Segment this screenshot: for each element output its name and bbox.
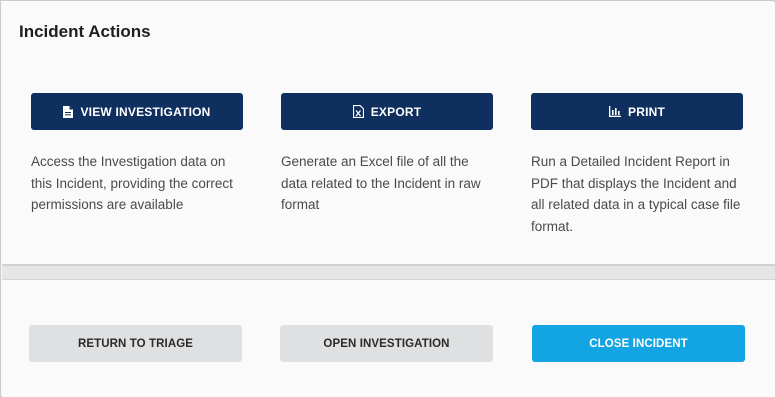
close-incident-button[interactable]: CLOSE INCIDENT — [532, 325, 745, 362]
bar-chart-icon — [609, 106, 621, 117]
print-button[interactable]: PRINT — [531, 93, 743, 130]
export-label: EXPORT — [370, 104, 422, 119]
document-icon — [63, 105, 74, 118]
open-investigation-button[interactable]: OPEN INVESTIGATION — [280, 325, 493, 362]
return-to-triage-button[interactable]: RETURN TO TRIAGE — [29, 325, 242, 362]
incident-actions-dialog: Incident Actions VIEW INVESTIGATION EXPO… — [0, 0, 775, 397]
view-investigation-button[interactable]: VIEW INVESTIGATION — [31, 93, 243, 130]
view-investigation-description: Access the Investigation data on this In… — [31, 154, 233, 212]
section-divider — [2, 264, 775, 280]
print-label: PRINT — [628, 104, 665, 119]
print-description: Run a Detailed Incident Report in PDF th… — [531, 154, 741, 234]
panel-title: Incident Actions — [19, 22, 151, 41]
view-investigation-label: VIEW INVESTIGATION — [80, 104, 211, 119]
export-button[interactable]: EXPORT — [281, 93, 493, 130]
excel-file-icon — [352, 105, 364, 118]
export-description: Generate an Excel file of all the data r… — [281, 154, 481, 212]
